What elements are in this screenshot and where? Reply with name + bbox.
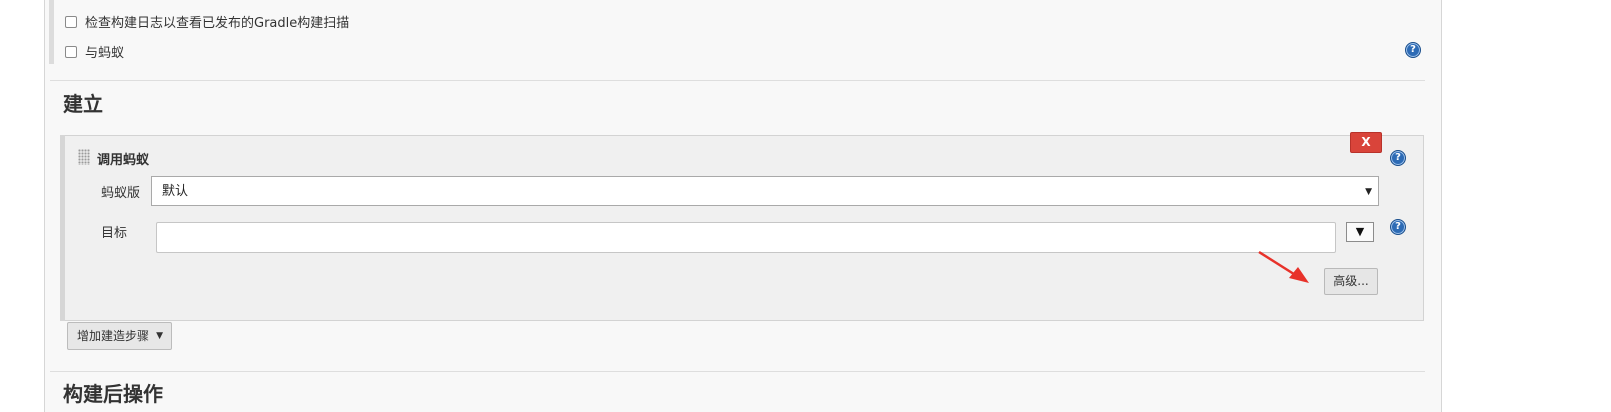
step-left-bar bbox=[60, 135, 65, 321]
step-help-icon[interactable]: ? bbox=[1390, 150, 1406, 166]
annotation-arrow-icon bbox=[1258, 250, 1309, 283]
delete-step-button[interactable]: X bbox=[1350, 132, 1382, 153]
dropdown-caret-icon: ▼ bbox=[1365, 187, 1372, 197]
advanced-button[interactable]: 高级... bbox=[1324, 268, 1378, 295]
ant-version-label: 蚂蚁版 bbox=[101, 186, 141, 201]
gradle-scan-option[interactable]: 检查构建日志以查看已发布的Gradle构建扫描 bbox=[65, 12, 349, 31]
step-title: 调用蚂蚁 bbox=[97, 153, 150, 168]
build-section-title: 建立 bbox=[63, 92, 103, 116]
post-build-section-title: 构建后操作 bbox=[63, 382, 163, 406]
targets-label: 目标 bbox=[101, 226, 128, 241]
targets-help-icon[interactable]: ? bbox=[1390, 219, 1406, 235]
expand-targets-button[interactable]: ▼ bbox=[1346, 222, 1374, 242]
with-ant-checkbox[interactable] bbox=[65, 45, 77, 58]
with-ant-option[interactable]: 与蚂蚁 bbox=[65, 42, 124, 61]
with-ant-label: 与蚂蚁 bbox=[85, 46, 125, 61]
drag-handle-icon[interactable] bbox=[78, 149, 90, 165]
gradle-scan-checkbox[interactable] bbox=[65, 15, 77, 28]
gradle-scan-label: 检查构建日志以查看已发布的Gradle构建扫描 bbox=[85, 16, 350, 31]
add-build-step-label: 增加建造步骤 bbox=[77, 329, 150, 343]
dropdown-caret-icon: ▼ bbox=[156, 331, 163, 341]
add-build-step-button[interactable]: 增加建造步骤 ▼ bbox=[67, 322, 172, 350]
ant-version-value: 默认 bbox=[162, 184, 189, 199]
targets-input[interactable] bbox=[156, 222, 1336, 253]
section-divider bbox=[50, 80, 1425, 81]
ant-version-select[interactable]: 默认 ▼ bbox=[151, 176, 1379, 206]
with-ant-help-icon[interactable]: ? bbox=[1405, 42, 1421, 58]
options-left-bar bbox=[49, 0, 54, 64]
section-divider bbox=[50, 371, 1425, 372]
